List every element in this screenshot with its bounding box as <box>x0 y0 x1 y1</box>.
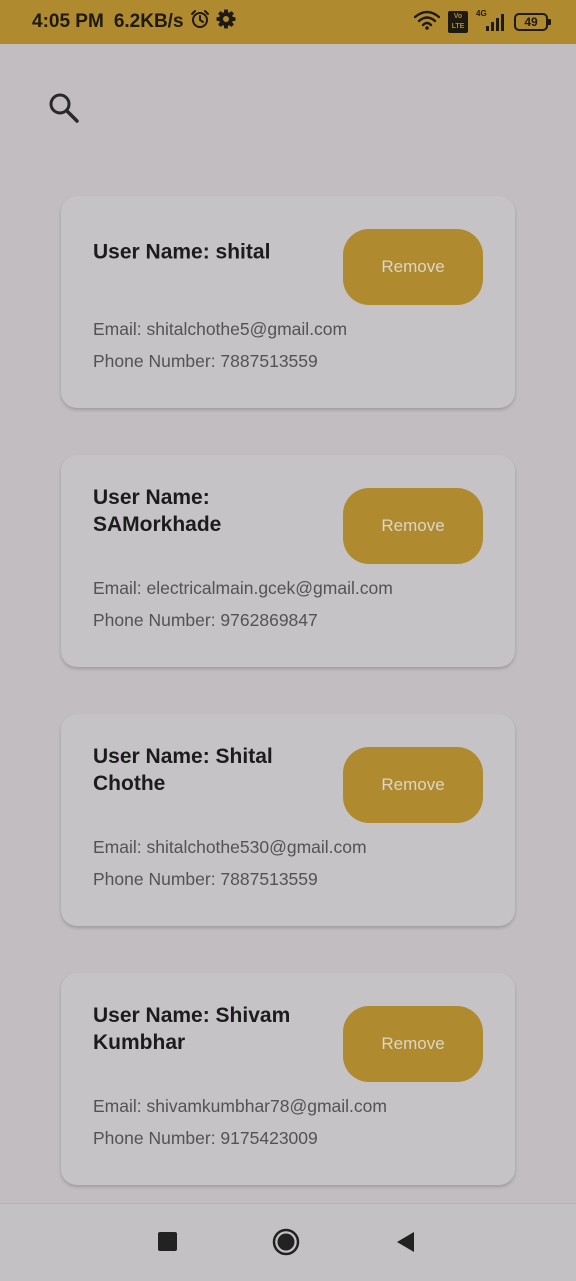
user-card: User Name: SAMorkhade Remove Email: elec… <box>61 455 515 667</box>
user-email: Email: shivamkumbhar78@gmail.com <box>93 1096 387 1116</box>
user-card: User Name: shital Remove Email: shitalch… <box>61 196 515 408</box>
settings-icon <box>216 9 236 35</box>
user-name: User Name: Shital Chothe <box>93 745 273 795</box>
network-speed: 6.2KB/s <box>113 11 184 32</box>
remove-button[interactable]: Remove <box>343 488 483 564</box>
status-bar: 4:05 PM 6.2KB/s Vo LTE 4G 49 <box>0 0 576 44</box>
remove-button[interactable]: Remove <box>343 229 483 305</box>
volte-icon: Vo LTE <box>448 11 468 33</box>
user-card: User Name: Shital Chothe Remove Email: s… <box>61 714 515 926</box>
user-phone: Phone Number: 9762869847 <box>93 610 318 630</box>
user-name: User Name: Shivam Kumbhar <box>93 1004 291 1054</box>
status-time: 4:05 PM <box>32 11 104 32</box>
navigation-bar <box>0 1203 576 1281</box>
home-icon[interactable] <box>272 1228 300 1256</box>
recent-apps-icon[interactable] <box>158 1232 177 1251</box>
search-icon <box>49 93 79 123</box>
status-left-group: 4:05 PM 6.2KB/s <box>32 0 236 44</box>
user-email: Email: electricalmain.gcek@gmail.com <box>93 578 393 598</box>
user-name: User Name: shital <box>93 240 271 264</box>
user-phone: Phone Number: 9175423009 <box>93 1128 318 1148</box>
remove-button[interactable]: Remove <box>343 747 483 823</box>
user-name: User Name: SAMorkhade <box>93 486 222 536</box>
signal-icon: 4G <box>476 9 506 33</box>
alarm-icon <box>190 9 210 35</box>
user-card: User Name: Shivam Kumbhar Remove Email: … <box>61 973 515 1185</box>
back-icon[interactable] <box>395 1230 415 1254</box>
wifi-icon <box>413 10 441 35</box>
user-phone: Phone Number: 7887513559 <box>93 351 318 371</box>
status-right-group: Vo LTE 4G 49 <box>413 0 551 44</box>
search-button[interactable] <box>44 88 84 128</box>
user-email: Email: shitalchothe530@gmail.com <box>93 837 367 857</box>
battery-icon: 49 <box>514 13 551 31</box>
user-email: Email: shitalchothe5@gmail.com <box>93 319 348 339</box>
remove-button[interactable]: Remove <box>343 1006 483 1082</box>
user-phone: Phone Number: 7887513559 <box>93 869 318 889</box>
